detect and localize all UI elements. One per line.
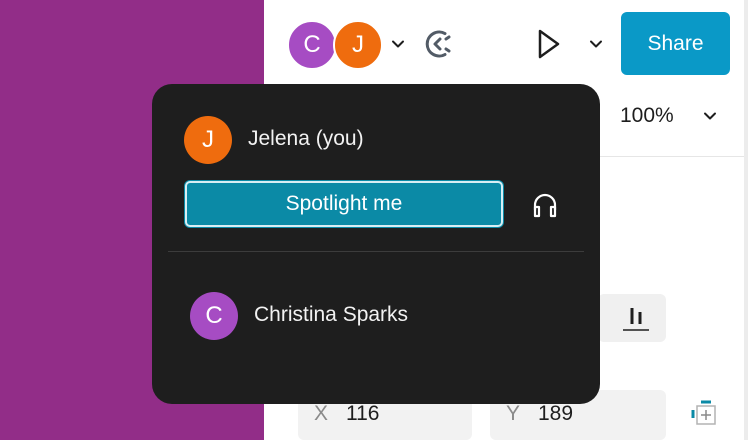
spotlight-me-button[interactable]: Spotlight me bbox=[185, 181, 503, 227]
present-chevron-down-icon[interactable] bbox=[588, 36, 604, 52]
share-label: Share bbox=[647, 31, 704, 55]
y-label: Y bbox=[506, 402, 521, 425]
collaborator-avatar[interactable]: C bbox=[190, 292, 238, 340]
avatar-initial: J bbox=[352, 31, 364, 58]
collaborator-avatar-jelena[interactable]: J bbox=[333, 20, 383, 70]
collaborator-name[interactable]: Christina Sparks bbox=[254, 303, 408, 327]
zoom-level[interactable]: 100% bbox=[620, 104, 674, 128]
spotlight-label: Spotlight me bbox=[285, 192, 403, 215]
scrollbar[interactable] bbox=[744, 0, 748, 440]
popover-divider bbox=[168, 251, 584, 252]
constraints-icon[interactable] bbox=[690, 398, 722, 430]
collaborators-chevron-down-icon[interactable] bbox=[390, 36, 406, 52]
x-value[interactable]: 116 bbox=[346, 402, 379, 426]
align-bottom-button[interactable] bbox=[598, 294, 666, 342]
avatar-initial: C bbox=[303, 31, 321, 58]
x-label: X bbox=[314, 402, 329, 425]
present-play-icon[interactable] bbox=[530, 26, 566, 62]
zoom-chevron-down-icon[interactable] bbox=[702, 108, 718, 124]
my-avatar: J bbox=[184, 116, 232, 164]
my-name: Jelena (you) bbox=[248, 127, 364, 150]
y-value[interactable]: 189 bbox=[538, 402, 573, 426]
collaborator-avatar-christina[interactable]: C bbox=[287, 20, 337, 70]
collaborators-popover: J Jelena (you) Spotlight me C Christina … bbox=[152, 84, 600, 404]
avatar-initial: J bbox=[202, 126, 214, 153]
avatar-initial: C bbox=[205, 302, 223, 329]
headphones-icon[interactable] bbox=[530, 191, 560, 224]
observation-mode-icon[interactable] bbox=[420, 26, 460, 62]
align-bottom-icon bbox=[623, 308, 649, 331]
share-button[interactable]: Share bbox=[621, 12, 730, 75]
